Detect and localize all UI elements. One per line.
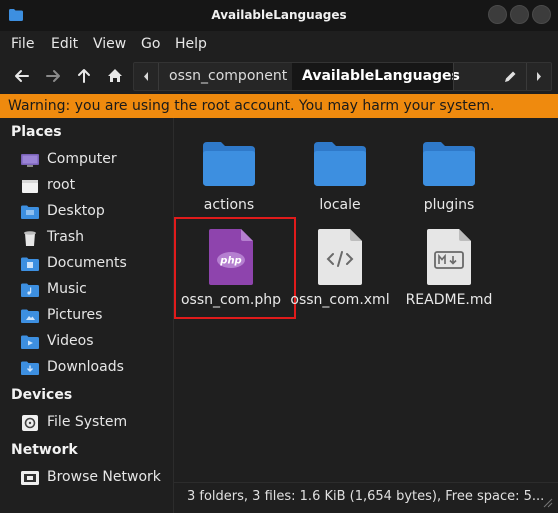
status-text: 3 folders, 3 files: 1.6 KiB (1,654 bytes… — [187, 489, 545, 504]
sidebar-item-file-system[interactable]: File System — [0, 410, 173, 436]
folder-icon — [203, 142, 255, 186]
location-bar: ossn_component AvailableLanguages — [133, 62, 552, 91]
devices-heading: Devices — [11, 387, 73, 403]
network-heading: Network — [11, 442, 78, 458]
menu-view[interactable]: View — [93, 36, 126, 52]
php-file-icon: php — [209, 229, 253, 285]
toolbar: ossn_component AvailableLanguages — [0, 58, 558, 94]
file-item-readme-md[interactable]: README.md — [394, 227, 504, 319]
sidebar-item-label: Music — [47, 281, 87, 297]
sidebar-item-label: Pictures — [47, 307, 103, 323]
file-view: actions locale plugins php ossn_com.php … — [174, 118, 558, 482]
home-folder-icon — [22, 180, 38, 193]
sidebar-item-label: Downloads — [47, 359, 124, 375]
window-title: AvailableLanguages — [211, 8, 347, 22]
path-scroll-right-button[interactable] — [527, 63, 551, 90]
sidebar-item-trash[interactable]: Trash — [0, 225, 173, 251]
sidebar-item-label: Trash — [47, 229, 84, 245]
sidebar-item-label: File System — [47, 414, 128, 430]
status-bar: 3 folders, 3 files: 1.6 KiB (1,654 bytes… — [174, 482, 558, 513]
title-bar: AvailableLanguages — [0, 0, 558, 31]
menu-edit[interactable]: Edit — [51, 36, 78, 52]
folder-item-locale[interactable]: locale — [285, 132, 395, 224]
sidebar-item-label: Browse Network — [47, 469, 161, 485]
videos-folder-icon — [21, 335, 39, 349]
chevron-left-icon — [144, 72, 148, 81]
forward-button[interactable] — [40, 63, 66, 89]
up-arrow-icon — [78, 69, 90, 83]
sidebar-item-browse-network[interactable]: Browse Network — [0, 465, 173, 491]
sidebar-item-documents[interactable]: Documents — [0, 251, 173, 277]
sidebar-item-downloads[interactable]: Downloads — [0, 355, 173, 381]
xml-file-icon — [318, 229, 362, 285]
sidebar-item-label: Documents — [47, 255, 127, 271]
trash-icon — [24, 231, 36, 246]
sidebar-item-computer[interactable]: Computer — [0, 147, 173, 173]
menu-go[interactable]: Go — [141, 36, 160, 52]
sidebar-item-desktop[interactable]: Desktop — [0, 199, 173, 225]
maximize-button[interactable] — [510, 5, 529, 24]
file-item-ossn-com-php[interactable]: php ossn_com.php — [176, 227, 286, 319]
sidebar-item-label: root — [47, 177, 76, 193]
drive-icon — [22, 415, 38, 431]
back-button[interactable] — [9, 63, 35, 89]
documents-folder-icon — [21, 257, 39, 271]
file-item-ossn-com-xml[interactable]: ossn_com.xml — [285, 227, 395, 319]
sidebar: Places Computer root Desktop Trash Docum… — [0, 118, 174, 513]
breadcrumb-ossn-component[interactable]: ossn_component — [159, 63, 292, 90]
minimize-button[interactable] — [488, 5, 507, 24]
folder-icon — [423, 142, 475, 186]
folder-item-actions[interactable]: actions — [174, 132, 284, 224]
breadcrumb-label: ossn_component — [169, 68, 288, 84]
svg-text:php: php — [219, 256, 241, 267]
sidebar-item-music[interactable]: Music — [0, 277, 173, 303]
forward-arrow-icon — [46, 70, 60, 82]
music-folder-icon — [21, 283, 39, 297]
sidebar-item-label: Computer — [47, 151, 117, 167]
downloads-folder-icon — [21, 361, 39, 375]
menu-bar: File Edit View Go Help — [0, 31, 558, 58]
folder-item-plugins[interactable]: plugins — [394, 132, 504, 224]
resize-grip-icon[interactable] — [543, 498, 553, 508]
menu-help[interactable]: Help — [175, 36, 207, 52]
sidebar-item-pictures[interactable]: Pictures — [0, 303, 173, 329]
sidebar-item-label: Desktop — [47, 203, 105, 219]
breadcrumb-available-languages[interactable]: AvailableLanguages — [292, 63, 460, 90]
pencil-icon — [505, 71, 516, 82]
home-icon — [108, 69, 122, 82]
close-button[interactable] — [532, 5, 551, 24]
breadcrumb-label: AvailableLanguages — [302, 68, 460, 84]
places-heading: Places — [11, 124, 62, 140]
network-icon — [21, 471, 39, 485]
home-button[interactable] — [102, 63, 128, 89]
sidebar-item-root[interactable]: root — [0, 173, 173, 199]
up-button[interactable] — [71, 63, 97, 89]
file-name: README.md — [405, 292, 493, 308]
sidebar-item-label: Videos — [47, 333, 94, 349]
file-name: plugins — [423, 197, 475, 213]
root-warning-banner: Warning: you are using the root account.… — [0, 94, 558, 118]
computer-icon — [21, 154, 39, 167]
back-arrow-icon — [15, 70, 29, 82]
edit-location-button[interactable] — [498, 63, 522, 90]
path-scroll-left-button[interactable] — [134, 63, 158, 90]
chevron-right-icon — [537, 72, 541, 81]
menu-file[interactable]: File — [11, 36, 34, 52]
sidebar-item-videos[interactable]: Videos — [0, 329, 173, 355]
pictures-folder-icon — [21, 309, 39, 323]
markdown-file-icon — [427, 229, 471, 285]
desktop-folder-icon — [21, 205, 39, 219]
folder-icon — [314, 142, 366, 186]
